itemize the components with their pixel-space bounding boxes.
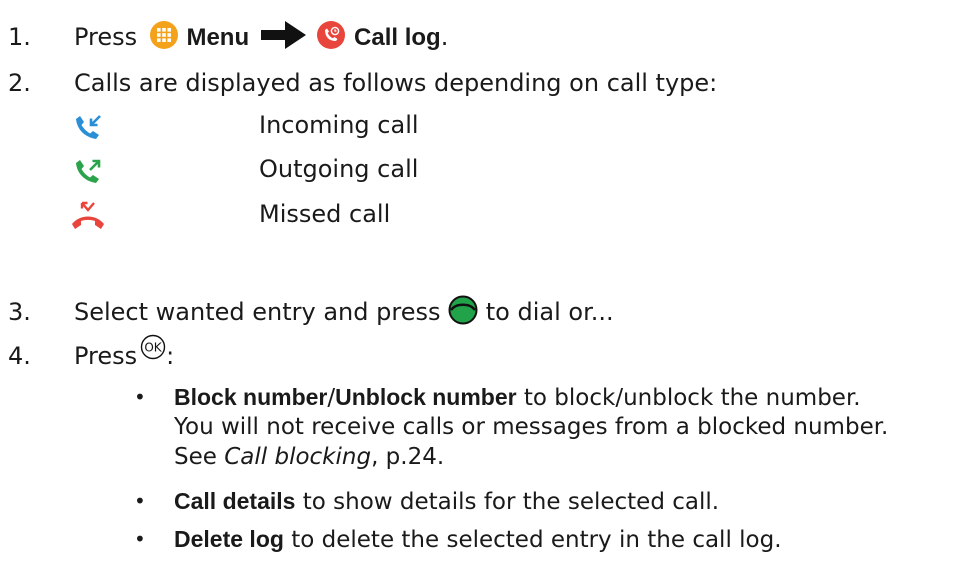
arrow-right-icon [260,20,307,50]
outgoing-call-label: Outgoing call [259,155,419,183]
step-3-line: Select wanted entry and press to dial or… [74,295,614,328]
step-number-2: 2. [8,69,31,97]
call-log-label: Call log [354,24,441,51]
step-4-colon: : [166,342,175,370]
bullet-3: • [134,527,146,551]
step-1-period: . [440,23,449,51]
step-4-line: Press OK : [74,334,175,371]
incoming-call-icon [74,112,104,142]
option-block-line3: See Call blocking, p.24. [174,442,444,472]
step-number-3: 3. [8,298,31,326]
ok-key-icon: OK [140,334,166,360]
call-blocking-reference[interactable]: Call blocking [224,444,371,470]
option-block-line2: You will not receive calls or messages f… [174,414,889,440]
step-1-line: Press Menu Call log. [74,20,449,53]
bullet-1: • [134,385,146,409]
step-3-text-after: to dial or... [485,298,614,326]
missed-call-icon [70,200,106,232]
step-number-1: 1. [8,23,31,51]
option-block-see: See [174,444,225,470]
option-block-line1: Block number/Unblock number to block/unb… [174,382,861,413]
option-block-slash: / [327,385,336,411]
call-log-app-icon [316,20,346,50]
menu-label: Menu [186,24,250,51]
step-4-press: Press [74,342,138,370]
svg-text:OK: OK [145,341,163,355]
option-delete-log: Delete log [174,526,284,552]
menu-app-icon [149,20,179,50]
option-delete-log-line: Delete log to delete the selected entry … [174,524,782,555]
step-2-text: Calls are displayed as follows depending… [74,69,718,97]
option-block-page: , p.24. [371,444,445,470]
option-call-details-line: Call details to show details for the sel… [174,486,719,517]
outgoing-call-icon [74,156,104,186]
dial-key-icon [448,295,478,325]
incoming-call-label: Incoming call [259,111,419,139]
step-3-text-before: Select wanted entry and press [74,298,441,326]
option-call-details: Call details [174,488,296,514]
option-call-details-desc: to show details for the selected call. [295,489,720,515]
option-unblock-number: Unblock number [335,384,517,410]
step-1-press: Press [74,23,138,51]
missed-call-label: Missed call [259,200,391,228]
option-delete-log-desc: to delete the selected entry in the call… [283,527,782,553]
option-block-desc: to block/unblock the number. [516,385,861,411]
option-block-number: Block number [174,384,328,410]
step-number-4: 4. [8,342,31,370]
bullet-2: • [134,489,146,513]
